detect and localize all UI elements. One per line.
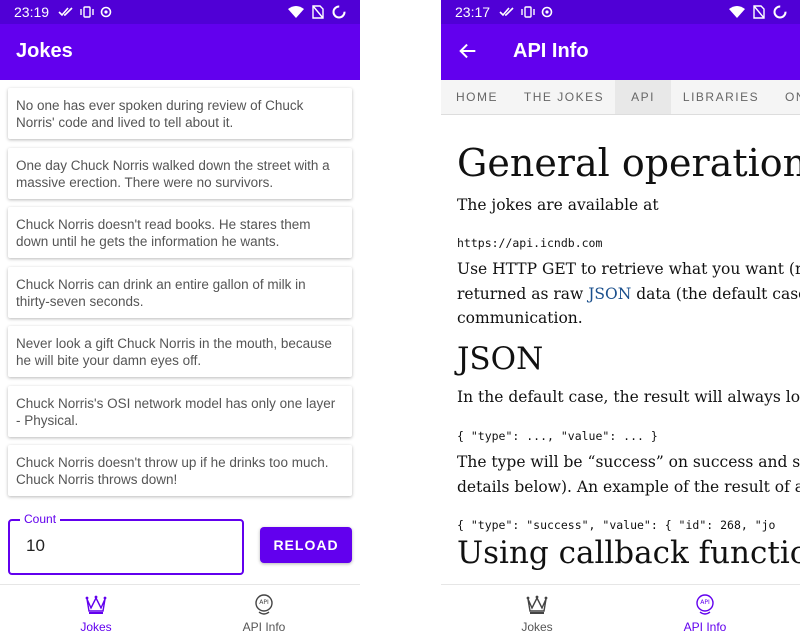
joke-card[interactable]: Chuck Norris doesn't read books. He star… [8, 207, 352, 258]
paragraph-http-get-line2: returned as raw JSON data (the default c… [457, 282, 800, 307]
nav-label-jokes: Jokes [80, 620, 112, 634]
code-api-url: https://api.icndb.com [457, 236, 603, 250]
wifi-icon [288, 6, 304, 18]
bottom-navigation: Jokes API API Info [0, 584, 360, 640]
joke-text: Chuck Norris doesn't throw up if he drin… [16, 455, 329, 487]
double-check-icon [499, 7, 514, 17]
no-sim-icon [312, 5, 324, 19]
wifi-icon [729, 6, 745, 18]
svg-text:API: API [700, 599, 710, 606]
data-saver-icon [100, 6, 112, 18]
joke-text: No one has ever spoken during review of … [16, 98, 304, 130]
api-mascot-icon: API [255, 594, 273, 615]
joke-card[interactable]: Chuck Norris doesn't throw up if he drin… [8, 445, 352, 496]
paragraph-type-line2: details below). An example of the result… [457, 478, 800, 496]
joke-card[interactable]: Never look a gift Chuck Norris in the mo… [8, 326, 352, 377]
nav-item-jokes[interactable]: Jokes [6, 585, 186, 640]
data-saver-icon [541, 6, 553, 18]
joke-text: Chuck Norris doesn't read books. He star… [16, 217, 311, 249]
nav-item-api-info[interactable]: API API Info [615, 585, 795, 640]
tab-on[interactable]: ON [771, 80, 800, 114]
nav-label-api-info: API Info [242, 620, 286, 634]
paragraph-default-case: In the default case, the result will alw… [457, 388, 800, 406]
jokes-screen: 23:19 Jokes No one has ever spoken durin… [0, 0, 360, 640]
tab-api[interactable]: API [615, 80, 671, 114]
app-bar: Jokes [0, 24, 360, 80]
text-segment: returned as raw [457, 285, 589, 303]
sync-icon [773, 5, 787, 19]
jester-hat-icon [85, 595, 107, 614]
vibrate-icon [80, 6, 94, 18]
double-check-icon [58, 7, 73, 17]
code-result-shape: { "type": ..., "value": ... } [457, 429, 658, 443]
heading-json: JSON [457, 341, 544, 377]
joke-card[interactable]: No one has ever spoken during review of … [8, 88, 352, 139]
status-time: 23:17 [455, 4, 491, 20]
tab-the-jokes[interactable]: THE JOKES [513, 80, 615, 114]
status-time: 23:19 [14, 4, 50, 20]
joke-text: Never look a gift Chuck Norris in the mo… [16, 336, 332, 368]
joke-card[interactable]: Chuck Norris can drink an entire gallon … [8, 267, 352, 318]
paragraph-http-get-line3: communication. [457, 309, 583, 327]
nav-item-jokes[interactable]: Jokes [447, 585, 627, 640]
nav-label-jokes: Jokes [521, 620, 553, 634]
joke-text: Chuck Norris can drink an entire gallon … [16, 277, 306, 309]
tab-libraries[interactable]: LIBRARIES [671, 80, 771, 114]
code-success-example: { "type": "success", "value": { "id": 26… [457, 518, 776, 532]
heading-general-operation: General operation [457, 141, 800, 185]
nav-item-api-info[interactable]: API API Info [174, 585, 354, 640]
reload-button[interactable]: RELOAD [260, 527, 352, 563]
back-arrow-icon[interactable] [457, 40, 479, 62]
count-label: Count [20, 512, 61, 526]
api-doc-content[interactable]: General operation The jokes are availabl… [441, 115, 800, 584]
no-sim-icon [753, 5, 765, 19]
count-field[interactable]: Count [8, 512, 244, 575]
count-input[interactable] [24, 535, 228, 557]
json-link[interactable]: JSON [588, 285, 631, 303]
paragraph-type-line1: The type will be “success” on success an… [457, 453, 800, 471]
joke-text: Chuck Norris's OSI network model has onl… [16, 396, 336, 428]
jester-hat-icon [526, 595, 548, 614]
text-segment: data (the default case) or [636, 285, 800, 303]
app-title: API Info [513, 40, 589, 62]
svg-text:API: API [259, 599, 269, 606]
paragraph-available: The jokes are available at [457, 196, 659, 214]
status-bar: 23:17 [441, 0, 800, 24]
status-bar: 23:19 [0, 0, 360, 24]
nav-label-api-info: API Info [683, 620, 727, 634]
sync-icon [332, 5, 346, 19]
joke-card[interactable]: One day Chuck Norris walked down the str… [8, 148, 352, 199]
joke-card[interactable]: Chuck Norris's OSI network model has onl… [8, 386, 352, 437]
api-info-screen: 23:17 API Info HOME THE JOKES API LIBRAR… [441, 0, 800, 640]
joke-text: One day Chuck Norris walked down the str… [16, 158, 330, 190]
paragraph-http-get-line1: Use HTTP GET to retrieve what you want (… [457, 260, 800, 278]
tab-home[interactable]: HOME [441, 80, 513, 114]
app-title: Jokes [16, 40, 73, 62]
heading-callback: Using callback function [457, 535, 800, 571]
bottom-navigation: Jokes API API Info [441, 584, 800, 640]
tab-bar: HOME THE JOKES API LIBRARIES ON [441, 80, 800, 115]
jokes-list[interactable]: No one has ever spoken during review of … [0, 80, 360, 504]
app-bar: API Info [441, 24, 800, 80]
vibrate-icon [521, 6, 535, 18]
api-mascot-icon: API [696, 594, 714, 615]
